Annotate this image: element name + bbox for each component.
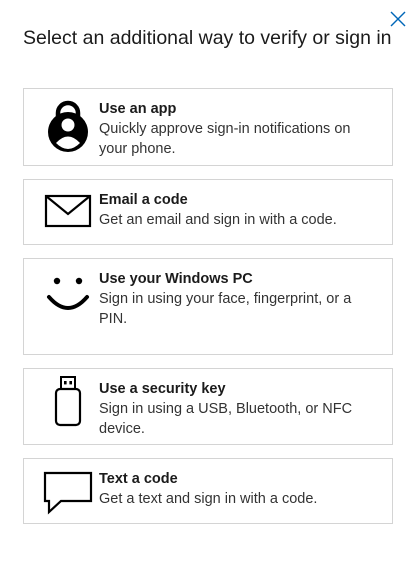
option-text-a-code[interactable]: Text a code Get a text and sign in with … bbox=[23, 458, 393, 524]
close-icon bbox=[390, 11, 406, 27]
option-label: Email a code bbox=[99, 192, 188, 208]
option-use-security-key[interactable]: Use a security key Sign in using a USB, … bbox=[23, 368, 393, 445]
security-key-icon bbox=[40, 375, 96, 431]
option-label: Use a security key bbox=[99, 381, 226, 397]
option-label: Text a code bbox=[99, 471, 178, 487]
option-description: Get a text and sign in with a code. bbox=[99, 491, 318, 507]
option-description: Quickly approve sign-in notifications on… bbox=[99, 121, 351, 157]
verify-dialog: Select an additional way to verify or si… bbox=[0, 0, 417, 566]
option-label: Use an app bbox=[99, 101, 177, 117]
windows-hello-icon bbox=[40, 275, 96, 331]
option-use-an-app[interactable]: Use an app Quickly approve sign-in notif… bbox=[23, 88, 393, 166]
option-label: Use your Windows PC bbox=[99, 271, 253, 287]
email-icon bbox=[40, 194, 96, 250]
dialog-title: Select an additional way to verify or si… bbox=[23, 27, 392, 49]
option-description: Get an email and sign in with a code. bbox=[99, 212, 337, 228]
sms-icon bbox=[40, 471, 96, 527]
authenticator-app-icon bbox=[40, 99, 96, 155]
option-description: Sign in using your face, fingerprint, or… bbox=[99, 291, 352, 327]
option-description: Sign in using a USB, Bluetooth, or NFC d… bbox=[99, 401, 353, 437]
option-use-windows-pc[interactable]: Use your Windows PC Sign in using your f… bbox=[23, 258, 393, 355]
option-email-a-code[interactable]: Email a code Get an email and sign in wi… bbox=[23, 179, 393, 245]
